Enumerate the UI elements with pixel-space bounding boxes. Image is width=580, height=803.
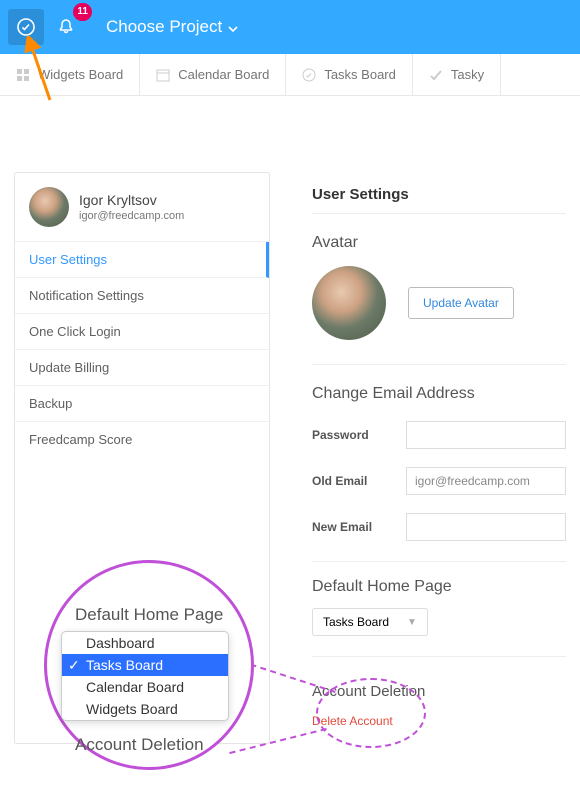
sidebar-item-label: Update Billing — [29, 360, 109, 375]
option-dashboard[interactable]: Dashboard — [62, 632, 228, 654]
tab-tasks-board[interactable]: Tasks Board — [286, 54, 413, 95]
default-home-title: Default Home Page — [312, 578, 566, 596]
check-circle-icon — [16, 17, 36, 37]
tab-label: Tasky — [451, 67, 484, 82]
old-email-label: Old Email — [312, 474, 392, 488]
top-bar: 11 Choose Project — [0, 0, 580, 54]
tab-label: Calendar Board — [178, 67, 269, 82]
update-avatar-button[interactable]: Update Avatar — [408, 287, 514, 319]
sidebar-item-label: One Click Login — [29, 324, 121, 339]
old-email-input[interactable] — [406, 467, 566, 495]
default-home-value: Tasks Board — [323, 615, 389, 629]
main-panel: User Settings Avatar Update Avatar Chang… — [288, 172, 566, 744]
profile-header: Igor Kryltsov igor@freedcamp.com — [15, 173, 269, 237]
sidebar-item-label: Backup — [29, 396, 72, 411]
new-email-input[interactable] — [406, 513, 566, 541]
sidebar-item-notification-settings[interactable]: Notification Settings — [15, 278, 269, 314]
board-tabs: Widgets Board Calendar Board Tasks Board… — [0, 54, 580, 96]
sidebar-item-one-click-login[interactable]: One Click Login — [15, 314, 269, 350]
new-email-label: New Email — [312, 520, 392, 534]
connector-ellipse-icon — [316, 678, 426, 748]
option-widgets-board[interactable]: Widgets Board — [62, 698, 228, 720]
change-email-title: Change Email Address — [312, 385, 566, 403]
sidebar-item-label: Freedcamp Score — [29, 432, 132, 447]
sidebar-item-freedcamp-score[interactable]: Freedcamp Score — [15, 422, 269, 457]
magnifier-annotation: Default Home Page Dashboard Tasks Board … — [44, 560, 254, 770]
triangle-down-icon: ▼ — [407, 617, 417, 628]
sidebar-list: User Settings Notification Settings One … — [15, 242, 269, 457]
avatar-small — [29, 187, 69, 227]
password-input[interactable] — [406, 421, 566, 449]
magnifier-title: Default Home Page — [75, 605, 233, 625]
caret-down-icon — [228, 17, 238, 37]
default-home-select[interactable]: Tasks Board ▼ — [312, 608, 428, 636]
sidebar-item-backup[interactable]: Backup — [15, 386, 269, 422]
option-label: Calendar Board — [86, 679, 184, 695]
option-calendar-board[interactable]: Calendar Board — [62, 676, 228, 698]
bell-icon — [56, 17, 76, 37]
password-row: Password — [312, 421, 566, 449]
home-page-options: Dashboard Tasks Board Calendar Board Wid… — [61, 631, 229, 721]
option-label: Dashboard — [86, 635, 155, 651]
choose-project-label: Choose Project — [106, 17, 222, 37]
check-circle-icon — [302, 68, 316, 82]
option-tasks-board[interactable]: Tasks Board — [62, 654, 228, 676]
user-email: igor@freedcamp.com — [79, 210, 184, 222]
tab-label: Tasks Board — [324, 67, 396, 82]
notification-badge: 11 — [73, 3, 92, 21]
new-email-row: New Email — [312, 513, 566, 541]
sidebar-item-label: Notification Settings — [29, 288, 144, 303]
calendar-icon — [156, 68, 170, 82]
avatar-section-title: Avatar — [312, 234, 566, 252]
avatar-row: Update Avatar — [312, 266, 566, 365]
avatar-large — [312, 266, 386, 340]
sidebar-item-update-billing[interactable]: Update Billing — [15, 350, 269, 386]
old-email-row: Old Email — [312, 467, 566, 495]
user-name: Igor Kryltsov — [79, 192, 184, 208]
sidebar-item-user-settings[interactable]: User Settings — [15, 242, 269, 278]
tab-tasky[interactable]: Tasky — [413, 54, 501, 95]
magnifier-deletion-title: Account Deletion — [75, 735, 233, 755]
sidebar-item-label: User Settings — [29, 252, 107, 267]
choose-project-dropdown[interactable]: Choose Project — [106, 17, 238, 37]
page-title: User Settings — [312, 186, 566, 214]
check-icon — [429, 68, 443, 82]
option-label: Widgets Board — [86, 701, 178, 717]
tab-calendar-board[interactable]: Calendar Board — [140, 54, 286, 95]
option-label: Tasks Board — [86, 657, 163, 673]
annotation-arrow-icon — [12, 36, 72, 110]
password-label: Password — [312, 428, 392, 442]
